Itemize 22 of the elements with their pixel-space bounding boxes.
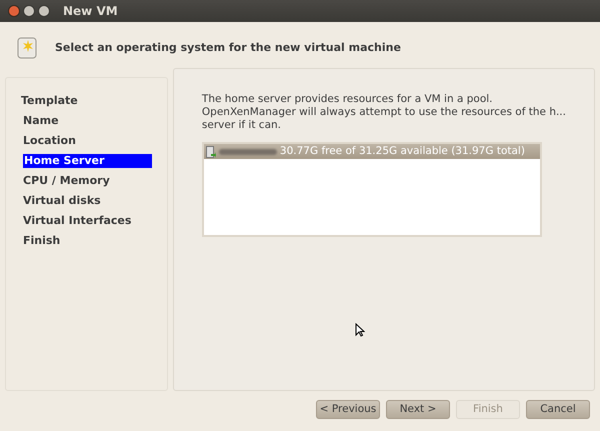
step-item: Home Server [23, 154, 152, 168]
step-item: Template [21, 94, 79, 108]
wizard-button[interactable]: Cancel [526, 400, 590, 419]
new-document-icon [17, 37, 37, 59]
blurred-name-drawing [218, 148, 277, 154]
step-item: Virtual Interfaces [23, 214, 132, 228]
maximize-icon[interactable] [38, 5, 50, 17]
step-item: Location [23, 134, 77, 148]
minimize-icon[interactable] [23, 5, 35, 17]
wizard-button[interactable]: < Previous [316, 400, 380, 419]
header-text: Select an operating system for the new virtual machine [55, 40, 401, 56]
window-title: New VM [63, 3, 118, 20]
description-text: The home server provides resources for a VM in a pool. OpenXenManager will always attempt to use the resources of the h... server if it can. [202, 93, 566, 132]
step-item: Virtual disks [23, 194, 102, 208]
server-info: 30.77G free of 31.25G available (31.97G total) [280, 144, 525, 159]
step-item: Name [23, 114, 60, 128]
step-item: Finish [23, 234, 62, 248]
close-icon[interactable] [8, 5, 20, 17]
wizard-button[interactable]: Next > [386, 400, 450, 419]
step-item: CPU / Memory [23, 174, 111, 188]
mouse-cursor-icon [354, 323, 365, 337]
server-icon [206, 146, 216, 158]
